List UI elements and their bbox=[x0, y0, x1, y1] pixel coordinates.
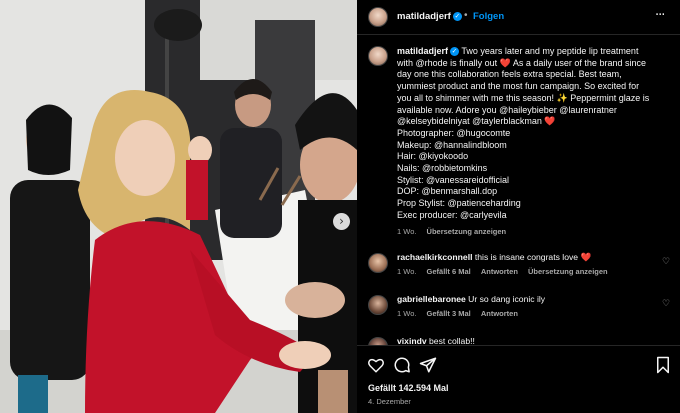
commenter-username[interactable]: gabriellebaronee bbox=[397, 294, 466, 304]
caption-username[interactable]: matildadjerf bbox=[397, 46, 448, 56]
reply-button[interactable]: Antworten bbox=[481, 267, 518, 276]
verified-badge-icon: ✓ bbox=[450, 47, 460, 57]
post-action-bar: Gefällt 142.594 Mal 4. Dezember bbox=[357, 345, 680, 413]
caption-line: Exec producer: @carlyevila bbox=[397, 209, 507, 220]
caption-line: Hair: @kiyokoodo bbox=[397, 151, 469, 162]
post-date: 4. Dezember bbox=[368, 397, 411, 406]
comment-translate-button[interactable]: Übersetzung anzeigen bbox=[528, 267, 608, 276]
like-heart-icon[interactable] bbox=[367, 356, 385, 374]
commenter-username[interactable]: rachaelkirkconnell bbox=[397, 252, 472, 262]
post-header: matildadjerf ✓ • Folgen ··· bbox=[357, 0, 680, 35]
caption-text: matildadjerf ✓ Two years later and my pep… bbox=[397, 46, 672, 222]
caption-line: Prop Stylist: @patienceharding bbox=[397, 198, 521, 209]
caption-line: Stylist: @vanessareidofficial bbox=[397, 174, 510, 185]
commenter-username[interactable]: vixindv bbox=[397, 336, 427, 345]
post-image bbox=[0, 0, 357, 413]
comment-text: vixindv best collab!! bbox=[397, 336, 475, 345]
commenter-avatar[interactable] bbox=[368, 253, 388, 273]
caption-line: Nails: @robbietomkins bbox=[397, 163, 488, 174]
comment-like-heart-icon[interactable]: ♡ bbox=[662, 299, 670, 309]
commenter-avatar[interactable] bbox=[368, 337, 388, 345]
caption-translate-button[interactable]: Übersetzung anzeigen bbox=[427, 227, 507, 236]
caption-line: with @rhode is finally out ❤️ As a daily… bbox=[397, 57, 646, 68]
follow-button[interactable]: Folgen bbox=[473, 11, 504, 22]
comment-text: rachaelkirkconnell this is insane congra… bbox=[397, 252, 592, 262]
caption-line: day one this collaboration feels extra s… bbox=[397, 69, 622, 80]
caption-line: Photographer: @hugocomte bbox=[397, 127, 511, 138]
comment-like-heart-icon[interactable]: ♡ bbox=[662, 257, 670, 267]
commenter-avatar[interactable] bbox=[368, 295, 388, 315]
caption-time: 1 Wo. bbox=[397, 227, 417, 236]
caption-line: @kelseybidelniyat @taylerblackman ❤️ bbox=[397, 116, 556, 127]
comment-likes-link[interactable]: Gefällt 3 Mal bbox=[427, 309, 471, 318]
next-photo-button[interactable]: › bbox=[333, 213, 350, 230]
more-options-icon[interactable]: ··· bbox=[655, 8, 665, 23]
comment-meta: 1 Wo. Gefällt 6 Mal Antworten Übersetzun… bbox=[397, 267, 616, 276]
comment-likes-link[interactable]: Gefällt 6 Mal bbox=[427, 267, 471, 276]
share-send-icon[interactable] bbox=[419, 356, 437, 374]
comment-bubble-icon[interactable] bbox=[393, 356, 411, 374]
caption-line: available now. Adore you @haileybieber @… bbox=[397, 104, 617, 115]
comment-text: gabriellebaronee Ur so dang iconic ily bbox=[397, 294, 546, 304]
author-avatar[interactable] bbox=[368, 7, 388, 27]
comment-item: rachaelkirkconnell this is insane congra… bbox=[368, 252, 673, 288]
caption-avatar[interactable] bbox=[368, 46, 388, 66]
caption-line: DOP: @benmarshall.dop bbox=[397, 186, 498, 197]
comment-time: 1 Wo. bbox=[397, 267, 417, 276]
caption-line: you all to shimmer with me this season! … bbox=[397, 92, 650, 103]
comment-meta: 1 Wo. Gefällt 3 Mal Antworten bbox=[397, 309, 526, 318]
verified-badge-icon: ✓ bbox=[452, 11, 462, 21]
caption-line: matildadjerf ✓ Two years later and my pep… bbox=[397, 46, 639, 57]
comment-item: gabriellebaronee Ur so dang iconic ily 1… bbox=[368, 294, 673, 330]
save-bookmark-icon[interactable] bbox=[654, 356, 672, 374]
caption-line: yummiest product and the most fun campai… bbox=[397, 81, 640, 92]
comment-time: 1 Wo. bbox=[397, 309, 417, 318]
post-sidebar: matildadjerf ✓ • Folgen ··· matildadjerf ✓… bbox=[357, 0, 680, 413]
like-count[interactable]: Gefällt 142.594 Mal bbox=[368, 383, 449, 393]
caption-meta: 1 Wo. Übersetzung anzeigen bbox=[397, 227, 514, 236]
header-separator: • bbox=[464, 10, 468, 21]
reply-button[interactable]: Antworten bbox=[481, 309, 518, 318]
comment-item: vixindv best collab!! bbox=[368, 336, 673, 345]
author-username[interactable]: matildadjerf ✓ bbox=[397, 11, 462, 22]
post-photo[interactable]: › bbox=[0, 0, 357, 413]
caption-line: Makeup: @hannalindbloom bbox=[397, 139, 507, 150]
